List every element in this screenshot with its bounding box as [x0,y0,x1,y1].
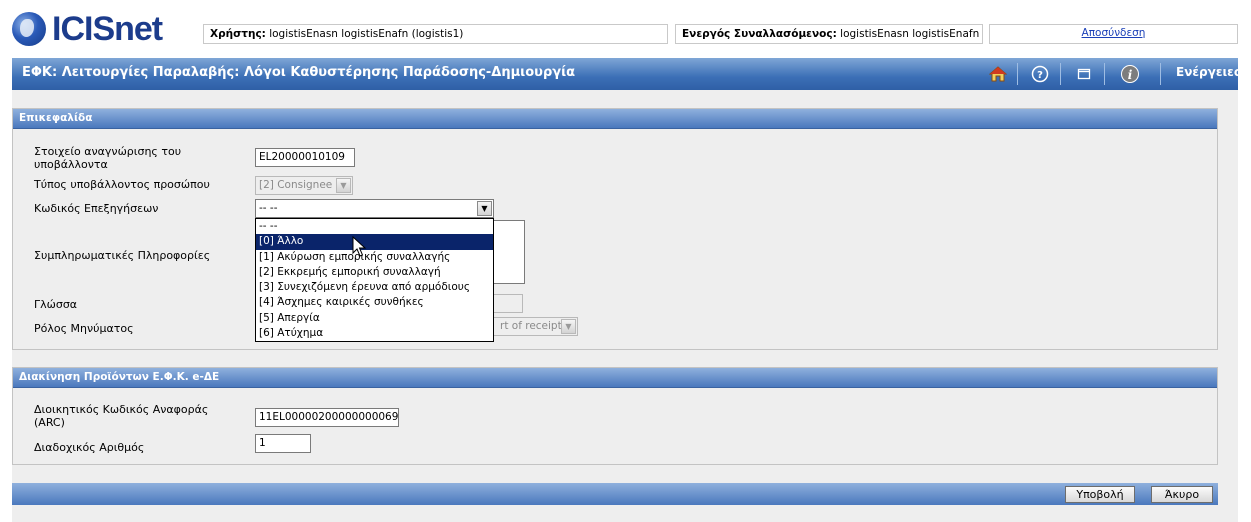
logo-text: ICISnet [52,9,163,48]
home-icon[interactable] [988,64,1008,84]
dropdown-option[interactable]: [6] Ατύχημα [256,326,493,341]
cancel-button[interactable]: Άκυρο [1151,486,1213,503]
info-icon[interactable]: i [1120,64,1140,84]
trader-value: logistisEnasn logistisEnafn (GR045580187… [840,28,982,40]
user-info: Χρήστης: logistisEnasn logistisEnafn (lo… [203,24,668,44]
trader-label: Ενεργός Συναλλασόμενος: [682,28,837,40]
section-title: Διακίνηση Προϊόντων Ε.Φ.Κ. e-ΔΕ [13,368,1217,388]
titlebar-divider [1160,63,1161,85]
logout-link[interactable]: Αποσύνδεση [1082,27,1146,39]
help-icon[interactable]: ? [1030,64,1050,84]
submit-button[interactable]: Υποβολή [1065,486,1135,503]
message-role-label: Ρόλος Μηνύματος [34,322,134,335]
user-value: logistisEnasn logistisEnafn (logistis1) [269,28,464,40]
dropdown-option[interactable]: [5] Απεργία [256,311,493,326]
page-titlebar: ΕΦΚ: Λειτουργίες Παραλαβής: Λόγοι Καθυστ… [12,58,1241,90]
svg-text:i: i [1128,68,1133,82]
titlebar-divider [1104,63,1105,85]
submitter-id-label: Στοιχείο αναγνώρισης του υποβάλλοντα [34,145,182,171]
submitter-type-select: [2] Consignee ▼ [255,176,353,195]
dropdown-option[interactable]: -- -- [256,219,493,234]
mouse-cursor-icon [352,236,367,257]
globe-icon [12,12,46,46]
arc-input[interactable]: 11EL00000200000000069 [255,408,399,427]
submitter-id-input[interactable]: EL20000010109 [255,148,355,167]
user-label: Χρήστης: [210,28,266,40]
dropdown-option[interactable]: [4] Άσχημες καιρικές συνθήκες [256,295,493,310]
section-title: Επικεφαλίδα [13,109,1217,129]
dropdown-option[interactable]: [3] Συνεχιζόμενη έρευνα από αρμόδιους [256,280,493,295]
chevron-down-icon: ▼ [336,178,351,193]
window-icon[interactable] [1074,64,1094,84]
explanation-code-select[interactable]: -- -- ▼ [255,199,494,218]
titlebar-divider [1017,63,1018,85]
explanation-code-value: -- -- [259,202,278,214]
logout-box: Αποσύνδεση [989,24,1238,44]
dropdown-option[interactable]: [1] Ακύρωση εμπορικής συναλλαγής [256,250,493,265]
icisnet-logo: ICISnet [12,9,163,48]
chevron-down-icon: ▼ [561,319,576,334]
submitter-type-value: [2] Consignee [259,179,333,191]
message-role-value: rt of receipt [500,320,562,332]
titlebar-divider [1060,63,1061,85]
page-title: ΕΦΚ: Λειτουργίες Παραλαβής: Λόγοι Καθυστ… [22,65,576,80]
dropdown-option[interactable]: [2] Εκκρεμής εμπορική συναλλαγή [256,265,493,280]
dropdown-option-selected[interactable]: [0] Άλλο [256,234,493,250]
action-bar: Υποβολή Άκυρο [12,483,1218,505]
language-label: Γλώσσα [34,298,78,311]
explanation-code-label: Κωδικός Επεξηγήσεων [34,202,159,215]
actions-menu[interactable]: Ενέργειες [1176,65,1241,79]
top-header: ICISnet Χρήστης: logistisEnasn logistisE… [0,0,1251,58]
submitter-type-label: Τύπος υποβάλλοντος προσώπου [34,178,210,191]
sequence-number-input[interactable]: 1 [255,434,311,453]
arc-label: Διοικητικός Κωδικός Αναφοράς (ARC) [34,403,209,429]
svg-text:?: ? [1037,70,1043,81]
explanation-code-dropdown[interactable]: -- -- [0] Άλλο [1] Ακύρωση εμπορικής συν… [255,218,494,342]
active-trader-info: Ενεργός Συναλλασόμενος: logistisEnasn lo… [675,24,983,44]
complementary-info-label: Συμπληρωματικές Πληροφορίες [34,249,211,262]
sequence-number-label: Διαδοχικός Αριθμός [34,441,145,454]
chevron-down-icon[interactable]: ▼ [477,201,492,216]
